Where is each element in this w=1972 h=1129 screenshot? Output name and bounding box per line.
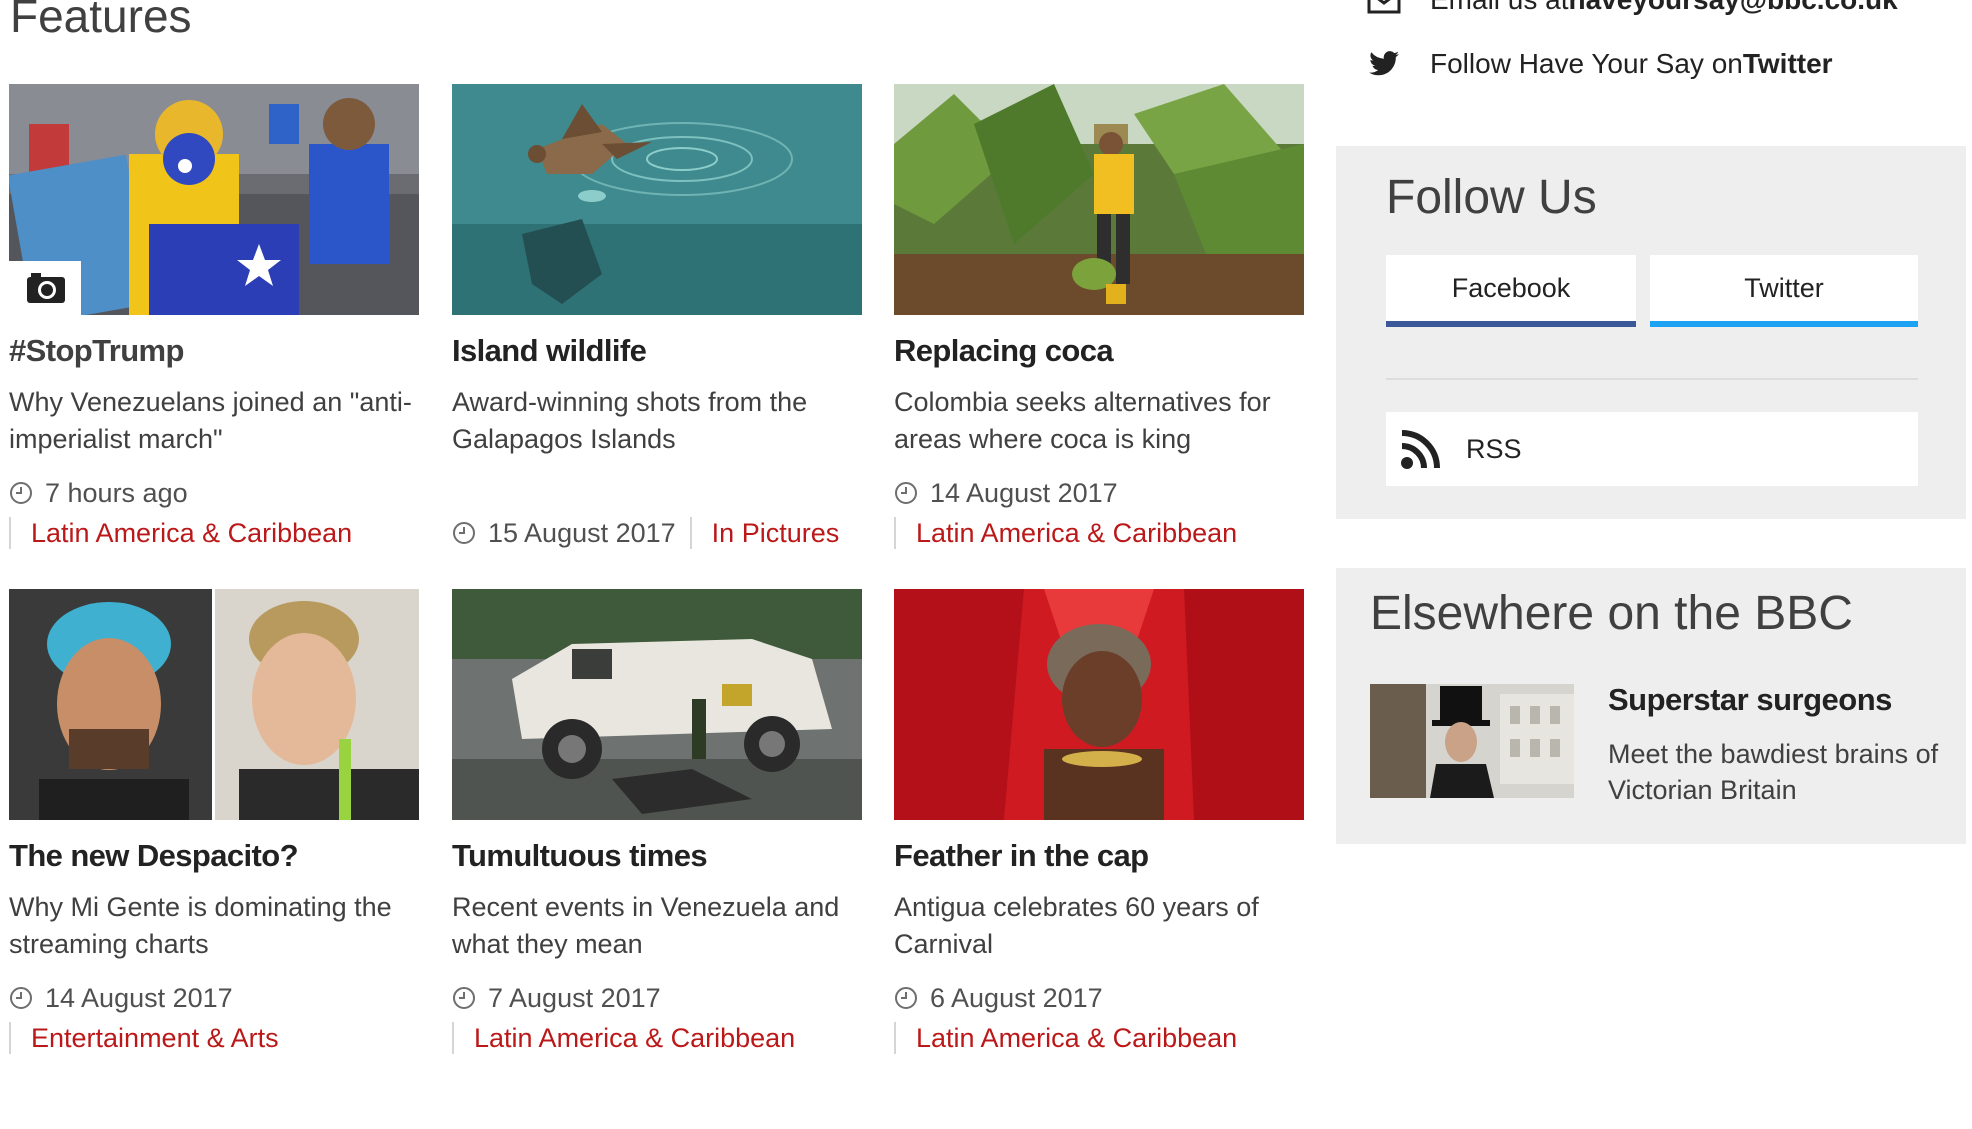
rss-label: RSS bbox=[1466, 433, 1522, 464]
follow-us-title: Follow Us bbox=[1386, 171, 1597, 224]
clock-icon bbox=[894, 986, 918, 1010]
elsewhere-panel: Elsewhere on the BBC Superstar surgeons … bbox=[1336, 568, 1966, 844]
feature-title[interactable]: Island wildlife bbox=[452, 331, 862, 371]
feature-image[interactable] bbox=[894, 84, 1304, 315]
panel-divider bbox=[1386, 378, 1918, 380]
feature-image[interactable] bbox=[9, 589, 419, 820]
email-contact-row[interactable]: Email us at haveyoursay@bbc.co.uk bbox=[1366, 0, 1898, 18]
feature-date-row: 7 August 2017 bbox=[452, 981, 661, 1015]
feature-date: 14 August 2017 bbox=[930, 478, 1118, 508]
feature-date: 15 August 2017 bbox=[488, 518, 676, 548]
feature-image-art bbox=[452, 589, 862, 820]
feature-title[interactable]: The new Despacito? bbox=[9, 836, 419, 876]
twitter-bird-icon bbox=[1366, 46, 1402, 82]
feature-date: 7 hours ago bbox=[45, 478, 188, 508]
facebook-button[interactable]: Facebook bbox=[1386, 255, 1636, 327]
feature-tag-link[interactable]: Latin America & Caribbean bbox=[916, 1021, 1237, 1055]
feature-date: 7 August 2017 bbox=[488, 983, 661, 1013]
feature-card[interactable]: The new Despacito? Why Mi Gente is domin… bbox=[9, 589, 419, 1074]
feature-summary[interactable]: Why Venezuelans joined an "anti-imperial… bbox=[9, 384, 419, 458]
feature-tag-link[interactable]: Entertainment & Arts bbox=[31, 1021, 279, 1055]
feature-tag-row: Latin America & Caribbean bbox=[894, 516, 1237, 550]
feature-summary[interactable]: Antigua celebrates 60 years of Carnival bbox=[894, 889, 1304, 963]
feature-card[interactable]: Replacing coca Colombia seeks alternativ… bbox=[894, 84, 1304, 569]
feature-image[interactable] bbox=[894, 589, 1304, 820]
feature-date-row: 6 August 2017 bbox=[894, 981, 1103, 1015]
features-heading: Features bbox=[10, 0, 192, 42]
feature-title[interactable]: #StopTrump bbox=[9, 331, 419, 371]
feature-tag-row: Entertainment & Arts bbox=[9, 1021, 279, 1055]
clock-icon bbox=[9, 986, 33, 1010]
clock-icon bbox=[452, 986, 476, 1010]
rss-icon bbox=[1400, 428, 1442, 470]
tag-divider bbox=[689, 517, 692, 549]
feature-date-row: 14 August 2017 bbox=[9, 981, 233, 1015]
feature-card[interactable]: #StopTrump Why Venezuelans joined an "an… bbox=[9, 84, 419, 569]
feature-date-row: 15 August 2017 In Pictures bbox=[452, 516, 839, 550]
follow-us-panel: Follow Us Facebook Twitter RSS bbox=[1336, 146, 1966, 519]
promo-image-art bbox=[1370, 684, 1574, 798]
feature-date-row: 7 hours ago bbox=[9, 476, 188, 510]
feature-date: 6 August 2017 bbox=[930, 983, 1103, 1013]
feature-card[interactable]: Island wildlife Award-winning shots from… bbox=[452, 84, 862, 569]
feature-tag-link[interactable]: In Pictures bbox=[712, 516, 840, 550]
feature-card[interactable]: Feather in the cap Antigua celebrates 60… bbox=[894, 589, 1304, 1074]
email-address-link[interactable]: haveyoursay@bbc.co.uk bbox=[1569, 0, 1898, 16]
tag-divider bbox=[452, 1022, 454, 1054]
envelope-icon bbox=[1366, 0, 1402, 18]
feature-tag-row: Latin America & Caribbean bbox=[9, 516, 352, 550]
tag-divider bbox=[894, 1022, 896, 1054]
feature-image[interactable] bbox=[9, 84, 419, 315]
page: Features #StopTrump Why Venezuelans join… bbox=[0, 0, 1972, 1129]
feature-image[interactable] bbox=[452, 589, 862, 820]
feature-tag-link[interactable]: Latin America & Caribbean bbox=[31, 516, 352, 550]
clock-icon bbox=[452, 521, 476, 545]
feature-image-art bbox=[894, 84, 1304, 315]
rss-button[interactable]: RSS bbox=[1386, 412, 1918, 486]
twitter-link[interactable]: Twitter bbox=[1743, 48, 1833, 80]
promo-image[interactable] bbox=[1370, 684, 1574, 798]
feature-image-art bbox=[894, 589, 1304, 820]
twitter-button[interactable]: Twitter bbox=[1650, 255, 1918, 327]
tag-divider bbox=[9, 1022, 11, 1054]
feature-image[interactable] bbox=[452, 84, 862, 315]
tag-divider bbox=[894, 517, 896, 549]
feature-summary[interactable]: Award-winning shots from the Galapagos I… bbox=[452, 384, 862, 458]
clock-icon bbox=[9, 481, 33, 505]
feature-title[interactable]: Replacing coca bbox=[894, 331, 1304, 371]
feature-date: 14 August 2017 bbox=[45, 983, 233, 1013]
elsewhere-title: Elsewhere on the BBC bbox=[1370, 587, 1853, 640]
promo-summary[interactable]: Meet the bawdiest brains of Victorian Br… bbox=[1608, 736, 1948, 808]
email-prefix: Email us at bbox=[1430, 0, 1569, 16]
photo-gallery-camera-icon bbox=[9, 261, 81, 315]
feature-summary[interactable]: Colombia seeks alternatives for areas wh… bbox=[894, 384, 1304, 458]
feature-image-art bbox=[9, 589, 419, 820]
feature-date-row: 14 August 2017 bbox=[894, 476, 1118, 510]
feature-tag-link[interactable]: Latin America & Caribbean bbox=[916, 516, 1237, 550]
feature-title[interactable]: Tumultuous times bbox=[452, 836, 862, 876]
feature-tag-row: Latin America & Caribbean bbox=[452, 1021, 795, 1055]
feature-image-art bbox=[452, 84, 862, 315]
feature-title[interactable]: Feather in the cap bbox=[894, 836, 1304, 876]
feature-summary[interactable]: Why Mi Gente is dominating the streaming… bbox=[9, 889, 419, 963]
feature-summary[interactable]: Recent events in Venezuela and what they… bbox=[452, 889, 862, 963]
promo-title[interactable]: Superstar surgeons bbox=[1608, 680, 1892, 720]
feature-tag-link[interactable]: Latin America & Caribbean bbox=[474, 1021, 795, 1055]
twitter-prefix: Follow Have Your Say on bbox=[1430, 48, 1743, 79]
feature-card[interactable]: Tumultuous times Recent events in Venezu… bbox=[452, 589, 862, 1074]
twitter-contact-row[interactable]: Follow Have Your Say on Twitter bbox=[1366, 46, 1833, 82]
tag-divider bbox=[9, 517, 11, 549]
clock-icon bbox=[894, 481, 918, 505]
feature-tag-row: Latin America & Caribbean bbox=[894, 1021, 1237, 1055]
